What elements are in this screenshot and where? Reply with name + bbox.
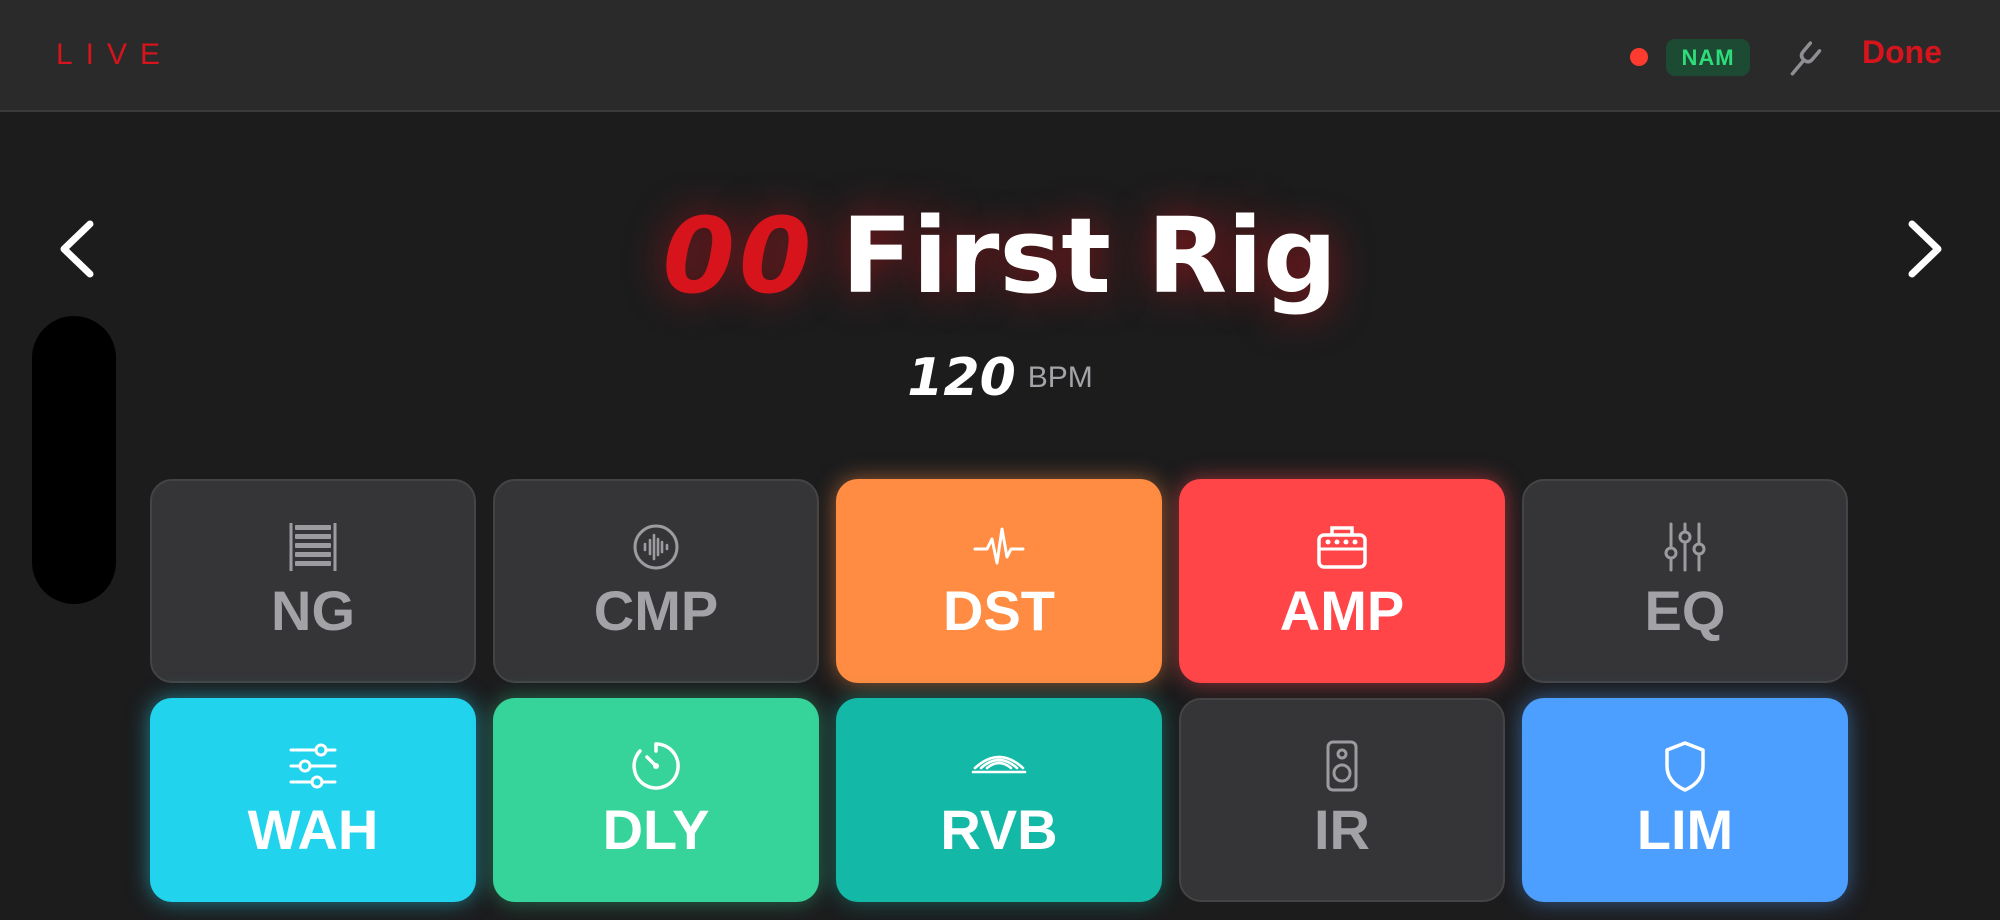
- bpm-unit: BPM: [1027, 361, 1093, 394]
- compressor-waveform-icon: [633, 524, 679, 570]
- pad-eq[interactable]: EQ: [1522, 479, 1848, 683]
- recording-indicator-icon: [1630, 48, 1648, 66]
- pad-label: RVB: [940, 798, 1058, 861]
- pad-dst[interactable]: DST: [836, 479, 1162, 683]
- done-button[interactable]: Done: [1862, 34, 1942, 71]
- live-mode-label: LIVE: [56, 38, 174, 71]
- eq-sliders-icon: [1664, 522, 1706, 572]
- tuning-fork-icon[interactable]: [1782, 38, 1826, 82]
- wah-sliders-icon: [289, 743, 337, 789]
- noise-gate-icon: [289, 523, 337, 571]
- rig-title: 00 First Rig: [0, 196, 2000, 316]
- pad-amp[interactable]: AMP: [1179, 479, 1505, 683]
- tempo-display[interactable]: 120 BPM: [0, 348, 2000, 408]
- pad-label: WAH: [247, 798, 379, 861]
- bpm-value: 120: [907, 348, 1016, 408]
- pad-label: LIM: [1636, 798, 1734, 861]
- amp-head-icon: [1317, 526, 1367, 569]
- rig-number: 00: [662, 195, 816, 317]
- pad-label: DLY: [602, 798, 710, 861]
- pad-label: EQ: [1644, 579, 1726, 642]
- shield-icon: [1665, 741, 1705, 792]
- speaker-icon: [1326, 740, 1358, 792]
- pad-lim[interactable]: LIM: [1522, 698, 1848, 902]
- effect-pad-grid: NG CMP DST AMP EQ WAH DLY RVB IR LIM: [150, 479, 1850, 902]
- pad-label: NG: [271, 579, 355, 642]
- pad-label: IR: [1314, 798, 1370, 861]
- rig-name: First Rig: [841, 195, 1338, 317]
- pad-label: CMP: [593, 579, 719, 642]
- pad-ir[interactable]: IR: [1179, 698, 1505, 902]
- pad-dly[interactable]: DLY: [493, 698, 819, 902]
- pad-label: AMP: [1279, 579, 1405, 642]
- pad-rvb[interactable]: RVB: [836, 698, 1162, 902]
- waveform-pulse-icon: [973, 527, 1025, 565]
- timer-icon: [632, 742, 680, 790]
- pad-wah[interactable]: WAH: [150, 698, 476, 902]
- pad-label: DST: [943, 579, 1055, 642]
- nam-badge[interactable]: NAM: [1666, 39, 1750, 76]
- reverb-waves-icon: [971, 755, 1027, 774]
- pad-cmp[interactable]: CMP: [493, 479, 819, 683]
- pad-ng[interactable]: NG: [150, 479, 476, 683]
- top-bar: LIVE NAM Done: [0, 0, 2000, 112]
